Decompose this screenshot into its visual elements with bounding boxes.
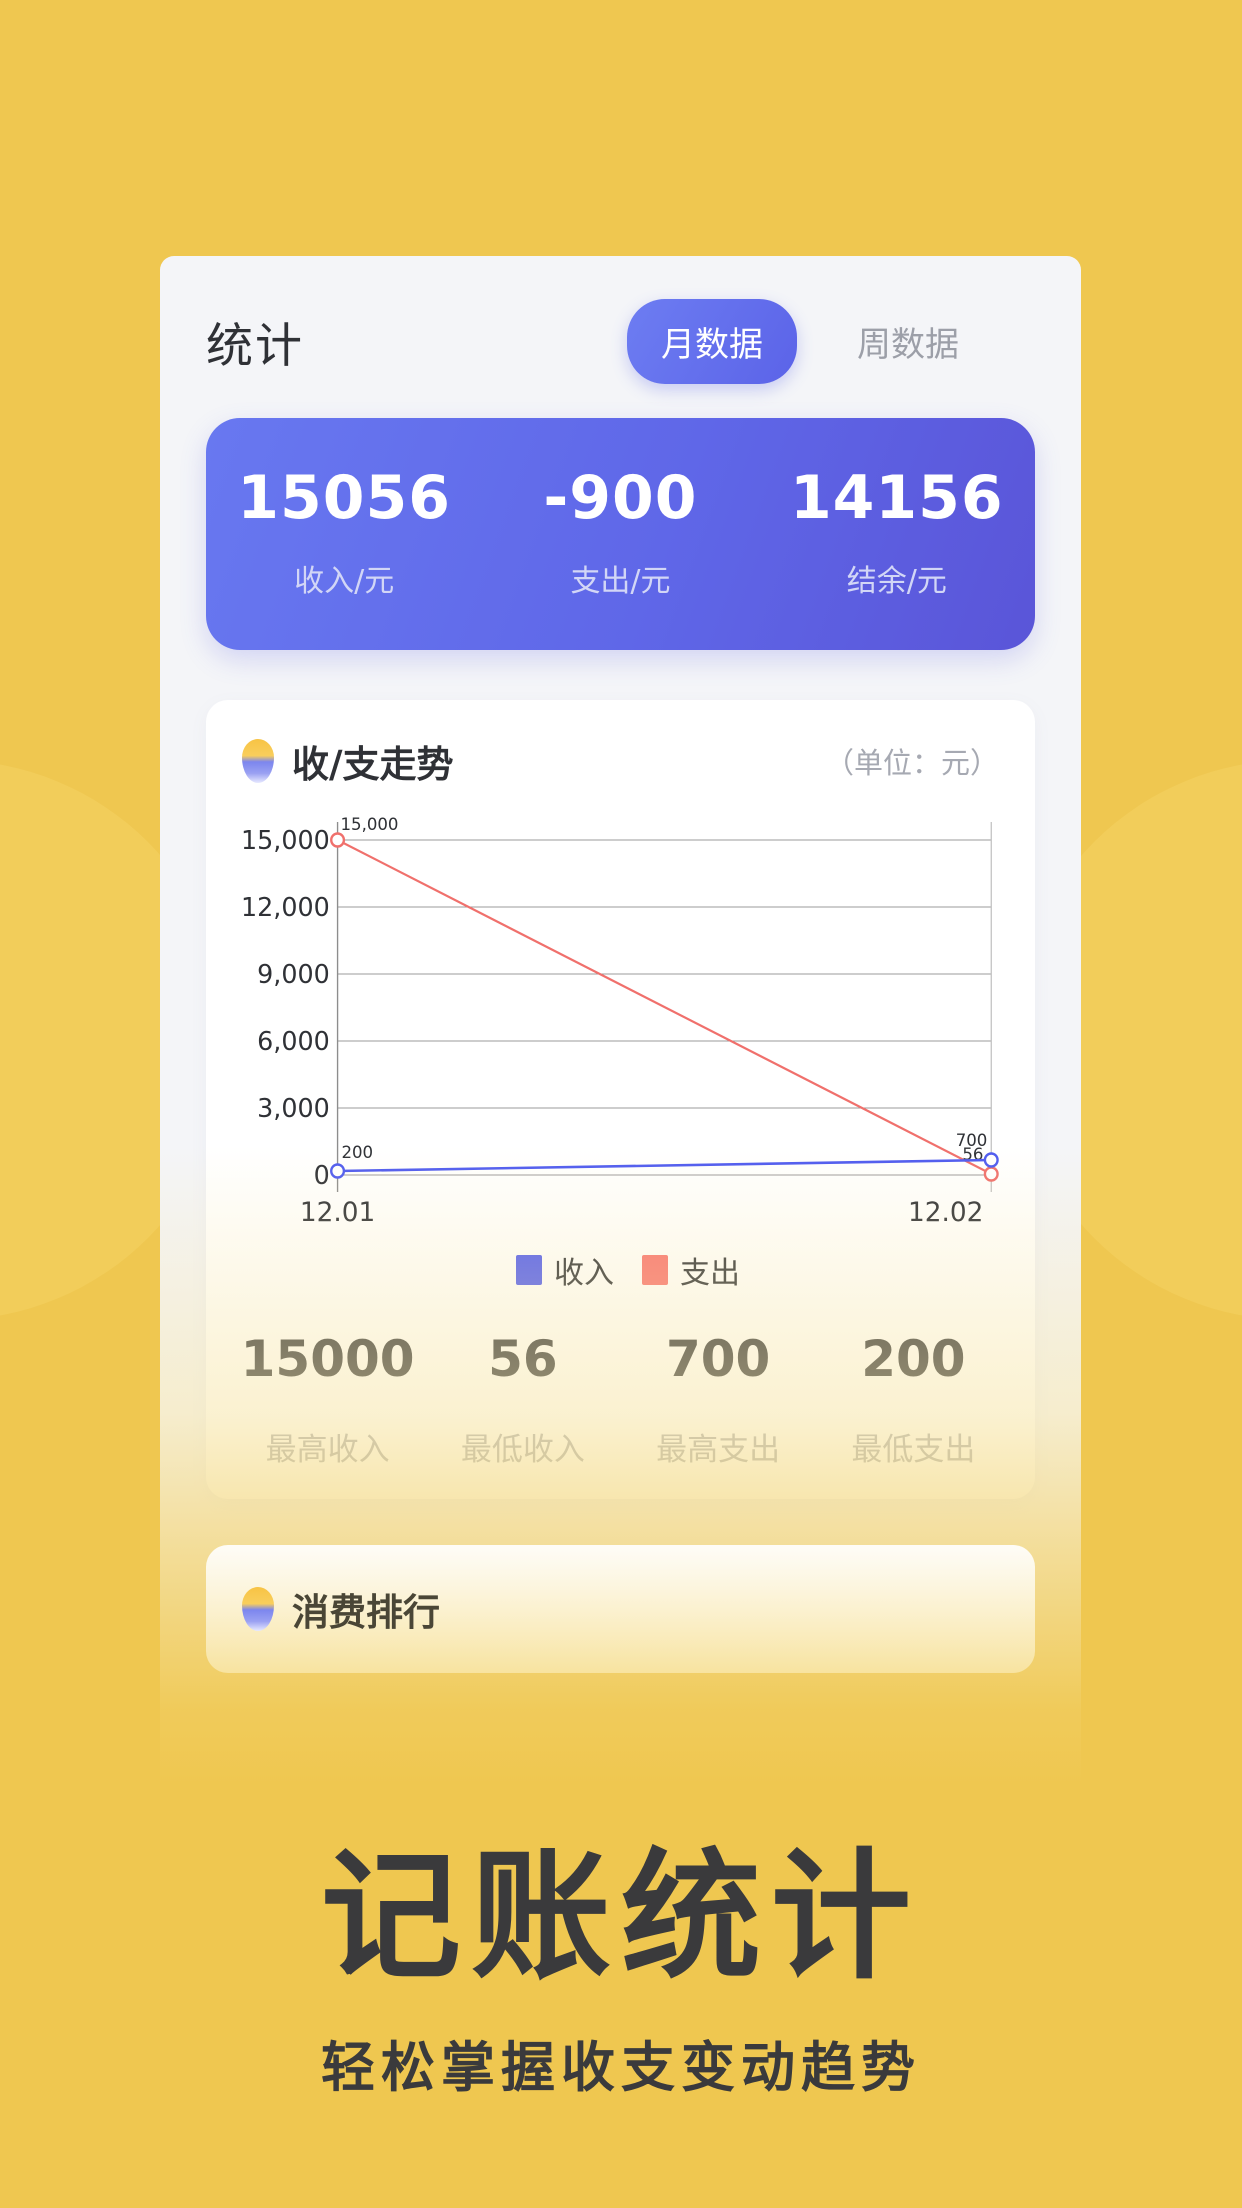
- consumption-rank-title: 消费排行: [292, 1591, 440, 1634]
- series-income-point-0: [330, 1163, 346, 1179]
- summary-income-label: 收入/元: [294, 564, 395, 599]
- stat-min-expense: 200 最低支出: [816, 1334, 1011, 1469]
- promo-title: 记账统计: [320, 1836, 921, 1999]
- trend-line-chart: 15,000 12,000 9,000 6,000 3,000 0 15,000…: [206, 812, 1035, 1242]
- ytick-9000: 9,000: [257, 960, 330, 990]
- app-header: 统计 月数据 周数据: [160, 256, 1081, 396]
- stat-max-income: 15000 最高收入: [230, 1334, 425, 1469]
- stat-max-expense: 700 最高支出: [621, 1334, 816, 1469]
- income-point-label-0: 200: [341, 1142, 373, 1162]
- legend-swatch-income: [516, 1255, 542, 1285]
- stat-max-income-label: 最高收入: [265, 1432, 390, 1468]
- stat-min-expense-value: 200: [861, 1330, 966, 1388]
- period-tabs: 月数据 周数据: [627, 298, 993, 384]
- consumption-rank-card[interactable]: 消费排行: [206, 1545, 1035, 1673]
- series-expense-point-1: [983, 1166, 999, 1182]
- trend-chart-card: 收/支走势 （单位：元） 15,000 12,000 9,000 6,000 3…: [206, 700, 1035, 1499]
- chart-stats-row: 15000 最高收入 56 最低收入 700 最高支出 200 最低支出: [206, 1334, 1035, 1469]
- page-title: 统计: [206, 318, 304, 374]
- series-expense-line: [337, 839, 992, 1175]
- stat-max-expense-value: 700: [665, 1330, 771, 1388]
- stat-min-income: 56 最低收入: [425, 1334, 620, 1469]
- legend-label-expense: 支出: [680, 1256, 740, 1291]
- promo-block: 记账统计 轻松掌握收支变动趋势: [0, 1836, 1242, 2102]
- ytick-6000: 6,000: [257, 1027, 330, 1057]
- xtick-0: 12.01: [300, 1197, 375, 1228]
- stat-min-expense-label: 最低支出: [851, 1432, 976, 1468]
- chart-legend: 收入 支出: [516, 1248, 1035, 1292]
- promo-subtitle: 轻松掌握收支变动趋势: [321, 2035, 921, 2099]
- summary-expense-label: 支出/元: [570, 564, 671, 599]
- income-point-label-1: 700: [956, 1130, 988, 1150]
- trend-chart-title: 收/支走势: [292, 743, 454, 786]
- series-income-point-1: [983, 1152, 999, 1168]
- trend-chart-header: 收/支走势 （单位：元）: [206, 734, 1035, 788]
- expense-point-label-0: 15,000: [340, 814, 398, 834]
- stat-min-income-value: 56: [488, 1330, 558, 1388]
- seed-icon: [242, 739, 274, 783]
- ytick-3000: 3,000: [257, 1094, 330, 1124]
- stat-max-income-value: 15000: [240, 1330, 415, 1388]
- phone-screen: 统计 月数据 周数据 15056 收入/元 -900 支出/元 14156 结余…: [160, 256, 1081, 1786]
- chart-svg: 15,000 12,000 9,000 6,000 3,000 0 15,000…: [241, 814, 999, 1228]
- summary-balance-label: 结余/元: [846, 564, 947, 599]
- ytick-15000: 15,000: [241, 826, 330, 856]
- summary-income-value: 15056: [237, 463, 452, 533]
- legend-swatch-expense: [642, 1255, 668, 1285]
- summary-card: 15056 收入/元 -900 支出/元 14156 结余/元: [206, 418, 1035, 650]
- summary-expense-value: -900: [543, 463, 698, 533]
- xtick-1: 12.02: [908, 1197, 983, 1228]
- trend-chart-unit: （单位：元）: [824, 746, 999, 780]
- series-income-line: [337, 1158, 992, 1173]
- summary-income: 15056 收入/元: [206, 468, 482, 600]
- tab-week[interactable]: 周数据: [823, 299, 993, 384]
- series-expense-point-0: [330, 832, 346, 848]
- summary-balance-value: 14156: [789, 463, 1004, 533]
- tab-month[interactable]: 月数据: [627, 298, 797, 384]
- legend-label-income: 收入: [554, 1256, 614, 1291]
- summary-expense: -900 支出/元: [482, 468, 758, 600]
- summary-balance: 14156 结余/元: [759, 468, 1035, 600]
- stat-max-expense-label: 最高支出: [656, 1432, 781, 1468]
- ytick-12000: 12,000: [241, 893, 330, 923]
- stat-min-income-label: 最低收入: [460, 1432, 585, 1468]
- ytick-0: 0: [314, 1161, 330, 1191]
- seed-icon: [242, 1587, 274, 1631]
